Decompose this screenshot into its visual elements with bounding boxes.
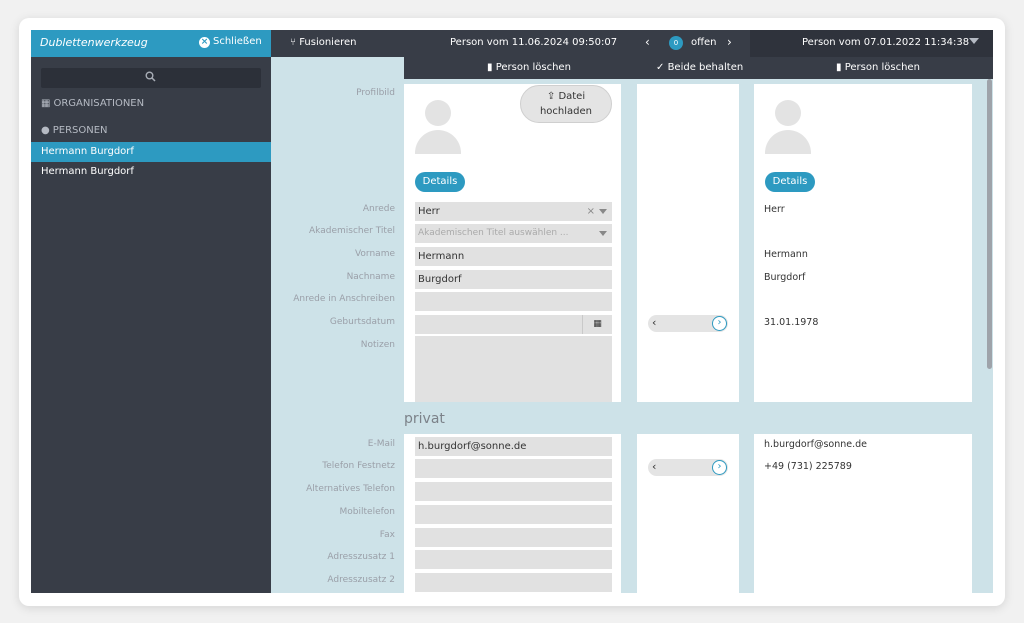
right-vorname: Hermann (764, 249, 808, 260)
upload-icon: ⇪ (546, 91, 559, 102)
open-label: offen (691, 37, 717, 48)
sidebar-item-person[interactable]: Hermann Burgdorf (31, 162, 271, 182)
adresszusatz1-field[interactable] (415, 550, 612, 569)
anrede-select[interactable]: Herr × (415, 202, 612, 221)
person-icon: ● (41, 125, 50, 136)
label-telefon: Telefon Festnetz (322, 461, 395, 471)
label-vorname: Vorname (354, 249, 395, 259)
fax-field[interactable] (415, 528, 612, 547)
titel-placeholder: Akademischen Titel auswählen ... (418, 228, 569, 238)
right-geburtsdatum: 31.01.1978 (764, 317, 819, 328)
chevron-down-icon (599, 209, 607, 214)
chevron-down-icon (969, 38, 979, 44)
titel-select[interactable]: Akademischen Titel auswählen ... (415, 224, 612, 243)
telefon-field[interactable] (415, 459, 612, 478)
upload-button[interactable]: ⇪ Datei hochladen (520, 85, 612, 123)
search-input[interactable] (41, 68, 261, 88)
mobil-field[interactable] (415, 505, 612, 524)
label-titel: Akademischer Titel (309, 226, 395, 236)
close-button[interactable]: × Schließen (199, 36, 262, 48)
category-personen[interactable]: ● PERSONEN (41, 125, 108, 136)
left-record-title: Person vom 11.06.2024 09:50:07 (450, 37, 618, 48)
keep-both-button[interactable]: ✓ Beide behalten (656, 62, 743, 73)
anrede-anschreiben-field[interactable] (415, 292, 612, 311)
delete-left-button[interactable]: ▮ Person löschen (487, 62, 571, 73)
geburtsdatum-field[interactable]: ▦ (415, 315, 612, 334)
right-record-title: Person vom 07.01.2022 11:34:38 (802, 37, 970, 48)
right-anrede: Herr (764, 204, 785, 215)
label-mobil: Mobiltelefon (339, 507, 395, 517)
label-geburtsdatum: Geburtsdatum (329, 317, 395, 327)
notizen-field[interactable] (415, 336, 612, 402)
vorname-field[interactable]: Hermann (415, 247, 612, 266)
check-icon: ✓ (656, 62, 668, 73)
nachname-field[interactable]: Burgdorf (415, 270, 612, 289)
details-button-right[interactable]: Details (765, 172, 815, 192)
building-icon: ▦ (41, 98, 51, 109)
details-button-left[interactable]: Details (415, 172, 465, 192)
adresszusatz2-field[interactable] (415, 573, 612, 592)
scrollbar[interactable] (987, 79, 992, 369)
right-nachname: Burgdorf (764, 272, 806, 283)
category-label: ORGANISATIONEN (53, 98, 145, 109)
action-bar: ▮ Person löschen ✓ Beide behalten ▮ Pers… (404, 57, 993, 79)
upload-label-2: hochladen (539, 106, 593, 117)
merge-switch-geburtsdatum: ‹ › (648, 315, 728, 332)
middle-panel-bottom (637, 434, 739, 593)
delete-left-label: Person löschen (495, 62, 571, 73)
chevron-left-icon[interactable]: ‹ (652, 460, 656, 473)
search-icon (145, 71, 156, 85)
label-profilbild: Profilbild (356, 88, 395, 98)
label-fax: Fax (379, 530, 395, 540)
right-record-select[interactable]: Person vom 07.01.2022 11:34:38 (750, 30, 993, 57)
sidebar-item-person[interactable]: Hermann Burgdorf (31, 142, 271, 162)
label-email: E-Mail (367, 439, 395, 449)
alt-telefon-field[interactable] (415, 482, 612, 501)
right-email: h.burgdorf@sonne.de (764, 439, 867, 450)
label-notizen: Notizen (360, 340, 395, 350)
app-window: Dublettenwerkzeug × Schließen ▦ ORGANISATI… (31, 30, 993, 593)
merge-switch-telefon: ‹ › (648, 459, 728, 476)
label-anrede-anschreiben: Anrede in Anschreiben (293, 294, 395, 304)
upload-label: Datei (558, 91, 586, 102)
sidebar-header: Dublettenwerkzeug × Schließen (31, 30, 271, 57)
delete-right-button[interactable]: ▮ Person löschen (836, 62, 920, 73)
chevron-right-circle-icon[interactable]: › (712, 460, 727, 475)
keep-both-label: Beide behalten (667, 62, 744, 73)
clear-icon[interactable]: × (587, 202, 595, 221)
top-bar: ⑂ Fusionieren Person vom 11.06.2024 09:5… (271, 30, 993, 57)
close-icon: × (199, 37, 210, 48)
category-organisationen[interactable]: ▦ ORGANISATIONEN (41, 98, 144, 109)
sidebar: Dublettenwerkzeug × Schließen ▦ ORGANISATI… (31, 30, 271, 593)
label-adresszusatz2: Adresszusatz 2 (327, 575, 395, 585)
label-nachname: Nachname (346, 272, 395, 282)
chevron-right-icon[interactable]: › (727, 35, 732, 49)
right-panel-bottom (754, 434, 972, 593)
chevron-right-circle-icon[interactable]: › (712, 316, 727, 331)
middle-panel-top (637, 84, 739, 402)
label-anrede: Anrede (362, 204, 395, 214)
chevron-down-icon (599, 231, 607, 236)
label-adresszusatz1: Adresszusatz 1 (327, 552, 395, 562)
merge-icon: ⑂ (290, 37, 300, 48)
open-count-badge: 0 (669, 36, 683, 50)
section-privat: privat (404, 411, 445, 427)
merge-label: Fusionieren (299, 37, 357, 48)
trash-icon: ▮ (836, 62, 845, 73)
email-field[interactable]: h.burgdorf@sonne.de (415, 437, 612, 456)
chevron-left-icon[interactable]: ‹ (645, 35, 650, 49)
right-telefon: +49 (731) 225789 (764, 461, 852, 472)
merge-button[interactable]: ⑂ Fusionieren (290, 37, 357, 48)
sidebar-title: Dublettenwerkzeug (40, 36, 148, 49)
close-label: Schließen (213, 36, 262, 47)
trash-icon: ▮ (487, 62, 496, 73)
chevron-left-icon[interactable]: ‹ (652, 316, 656, 329)
label-alt-telefon: Alternatives Telefon (306, 484, 395, 494)
calendar-icon[interactable]: ▦ (582, 315, 612, 334)
delete-right-label: Person löschen (844, 62, 920, 73)
category-label: PERSONEN (52, 125, 108, 136)
anrede-value: Herr (418, 206, 440, 217)
